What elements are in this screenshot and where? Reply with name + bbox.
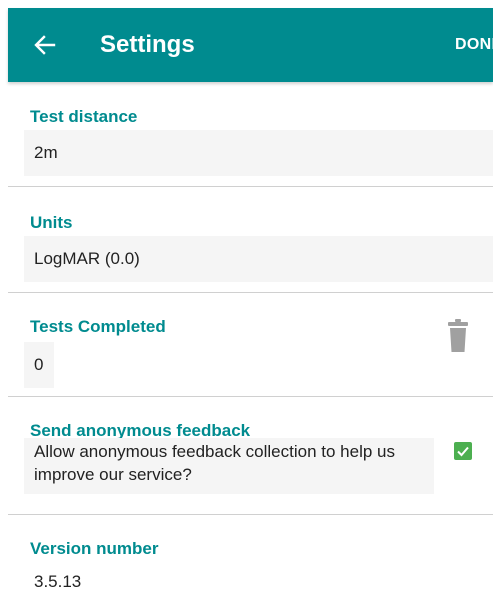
version-value: 3.5.13 [24,562,493,594]
page-title: Settings [100,31,195,58]
setting-label: Tests Completed [30,317,166,336]
arrow-left-icon [34,35,56,55]
feedback-checkbox[interactable] [454,442,472,460]
tests-completed-value: 0 [24,342,54,388]
setting-units[interactable]: Units LogMAR (0.0) [8,186,493,293]
setting-label: Version number [30,539,159,558]
setting-label: Units [30,213,73,232]
done-button[interactable]: DONE [455,34,493,56]
setting-label: Test distance [30,107,138,126]
setting-version: Version number 3.5.13 [8,514,493,594]
back-button[interactable] [30,30,60,60]
setting-tests-completed: Tests Completed 0 [8,292,493,397]
feedback-description: Allow anonymous feedback collection to h… [24,438,434,494]
trash-icon[interactable] [448,319,468,353]
app-bar: Settings DONE [8,8,493,82]
settings-list: Test distance 2m Units LogMAR (0.0) Test… [8,82,493,594]
setting-feedback[interactable]: Send anonymous feedback Allow anonymous … [8,396,493,515]
units-value[interactable]: LogMAR (0.0) [24,236,493,282]
check-icon [457,446,469,457]
test-distance-value[interactable]: 2m [24,130,493,176]
setting-test-distance[interactable]: Test distance 2m [8,82,493,187]
